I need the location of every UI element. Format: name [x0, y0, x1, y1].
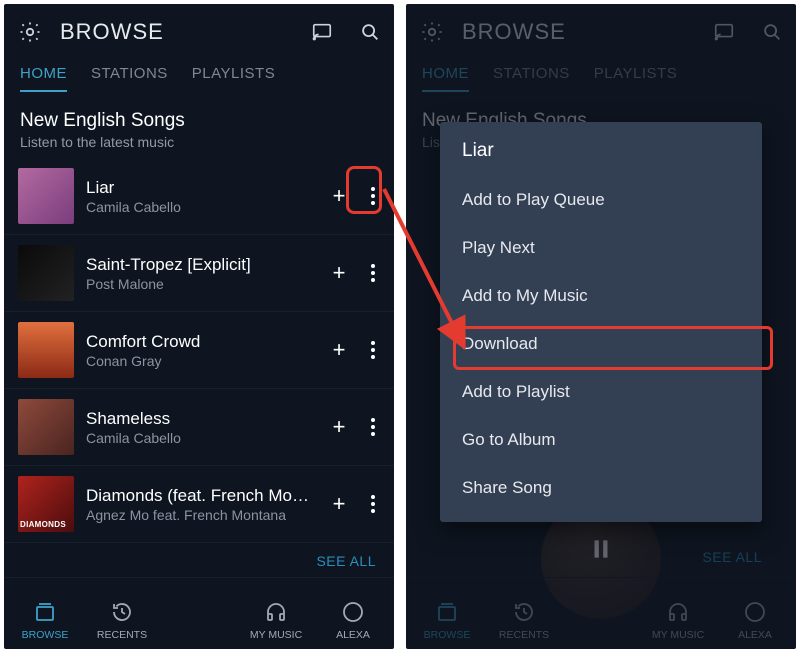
- alexa-icon: [340, 599, 366, 625]
- nav-mymusic[interactable]: MY MUSIC: [647, 599, 709, 641]
- more-icon[interactable]: [366, 182, 380, 210]
- nav-label: ALEXA: [738, 629, 772, 641]
- nav-browse[interactable]: BROWSE: [416, 599, 478, 641]
- album-art: [18, 168, 74, 224]
- nav-recents[interactable]: RECENTS: [493, 599, 555, 641]
- nav-browse[interactable]: BROWSE: [14, 599, 76, 641]
- alexa-icon: [742, 599, 768, 625]
- nav-label: RECENTS: [97, 629, 147, 641]
- search-icon[interactable]: [358, 20, 382, 44]
- album-art: [18, 399, 74, 455]
- tabs: HOME STATIONS PLAYLISTS: [406, 60, 796, 96]
- menu-item-add-to-queue[interactable]: Add to Play Queue: [440, 176, 762, 224]
- menu-title: Liar: [440, 140, 762, 176]
- phone-right: BROWSE HOME STATIONS PLAYLISTS New Engli…: [406, 4, 796, 649]
- bottom-nav: BROWSE RECENTS . MY MUSIC: [406, 577, 796, 649]
- see-all-link[interactable]: SEE ALL: [684, 539, 780, 565]
- cast-icon[interactable]: [712, 20, 736, 44]
- song-row[interactable]: Saint-Tropez [Explicit] Post Malone +: [4, 235, 394, 312]
- song-title: Diamonds (feat. French Mont…: [86, 486, 318, 506]
- song-artist: Conan Gray: [86, 353, 318, 369]
- settings-icon[interactable]: [418, 18, 446, 46]
- tab-playlists[interactable]: PLAYLISTS: [192, 65, 275, 92]
- menu-item-download[interactable]: Download: [440, 320, 762, 368]
- tab-stations[interactable]: STATIONS: [493, 65, 570, 92]
- more-icon[interactable]: [366, 490, 380, 518]
- menu-item-add-to-playlist[interactable]: Add to Playlist: [440, 368, 762, 416]
- tab-stations[interactable]: STATIONS: [91, 65, 168, 92]
- nav-recents[interactable]: RECENTS: [91, 599, 153, 641]
- nav-label: RECENTS: [499, 629, 549, 641]
- page-title: BROWSE: [462, 19, 712, 45]
- add-icon[interactable]: +: [330, 262, 348, 284]
- song-list: Liar Camila Cabello + Saint-Tropez [Expl…: [4, 158, 394, 543]
- top-bar: BROWSE: [406, 4, 796, 60]
- tabs: HOME STATIONS PLAYLISTS: [4, 60, 394, 96]
- context-menu: Liar Add to Play Queue Play Next Add to …: [440, 122, 762, 522]
- nav-label: ALEXA: [336, 629, 370, 641]
- song-row[interactable]: Comfort Crowd Conan Gray +: [4, 312, 394, 389]
- add-icon[interactable]: +: [330, 339, 348, 361]
- nav-label: MY MUSIC: [652, 629, 704, 641]
- song-artist: Agnez Mo feat. French Montana: [86, 507, 318, 523]
- menu-item-add-to-my-music[interactable]: Add to My Music: [440, 272, 762, 320]
- page-title: BROWSE: [60, 19, 310, 45]
- history-icon: [511, 599, 537, 625]
- song-title: Saint-Tropez [Explicit]: [86, 255, 318, 275]
- more-icon[interactable]: [366, 259, 380, 287]
- nav-alexa[interactable]: ALEXA: [322, 599, 384, 641]
- menu-item-share-song[interactable]: Share Song: [440, 464, 762, 512]
- cast-icon[interactable]: [310, 20, 334, 44]
- song-row[interactable]: Diamonds (feat. French Mont… Agnez Mo fe…: [4, 466, 394, 543]
- menu-item-play-next[interactable]: Play Next: [440, 224, 762, 272]
- add-icon[interactable]: +: [330, 185, 348, 207]
- search-icon[interactable]: [760, 20, 784, 44]
- nav-label: BROWSE: [22, 629, 69, 641]
- more-icon[interactable]: [366, 413, 380, 441]
- more-icon[interactable]: [366, 336, 380, 364]
- tab-playlists[interactable]: PLAYLISTS: [594, 65, 677, 92]
- section-title: New English Songs: [20, 110, 378, 132]
- headphones-icon: [263, 599, 289, 625]
- tab-home[interactable]: HOME: [20, 65, 67, 92]
- section-header: New English Songs Listen to the latest m…: [4, 96, 394, 158]
- section-subtitle: Listen to the latest music: [20, 134, 378, 150]
- phone-left: BROWSE HOME STATIONS PLAYLISTS New Engli…: [4, 4, 394, 649]
- browse-icon: [434, 599, 460, 625]
- tab-home[interactable]: HOME: [422, 65, 469, 92]
- history-icon: [109, 599, 135, 625]
- menu-item-go-to-album[interactable]: Go to Album: [440, 416, 762, 464]
- song-title: Comfort Crowd: [86, 332, 318, 352]
- song-row[interactable]: Liar Camila Cabello +: [4, 158, 394, 235]
- nav-alexa[interactable]: ALEXA: [724, 599, 786, 641]
- bottom-nav: BROWSE RECENTS . MY MUSIC ALEXA: [4, 577, 394, 649]
- album-art: [18, 476, 74, 532]
- pause-icon[interactable]: [588, 536, 614, 569]
- add-icon[interactable]: +: [330, 493, 348, 515]
- song-title: Liar: [86, 178, 318, 198]
- song-artist: Post Malone: [86, 276, 318, 292]
- nav-label: MY MUSIC: [250, 629, 302, 641]
- settings-icon[interactable]: [16, 18, 44, 46]
- song-artist: Camila Cabello: [86, 430, 318, 446]
- album-art: [18, 245, 74, 301]
- see-all-link[interactable]: SEE ALL: [4, 543, 394, 569]
- song-row[interactable]: Shameless Camila Cabello +: [4, 389, 394, 466]
- song-title: Shameless: [86, 409, 318, 429]
- browse-icon: [32, 599, 58, 625]
- album-art: [18, 322, 74, 378]
- nav-mymusic[interactable]: MY MUSIC: [245, 599, 307, 641]
- top-bar: BROWSE: [4, 4, 394, 60]
- nav-label: BROWSE: [424, 629, 471, 641]
- add-icon[interactable]: +: [330, 416, 348, 438]
- song-artist: Camila Cabello: [86, 199, 318, 215]
- headphones-icon: [665, 599, 691, 625]
